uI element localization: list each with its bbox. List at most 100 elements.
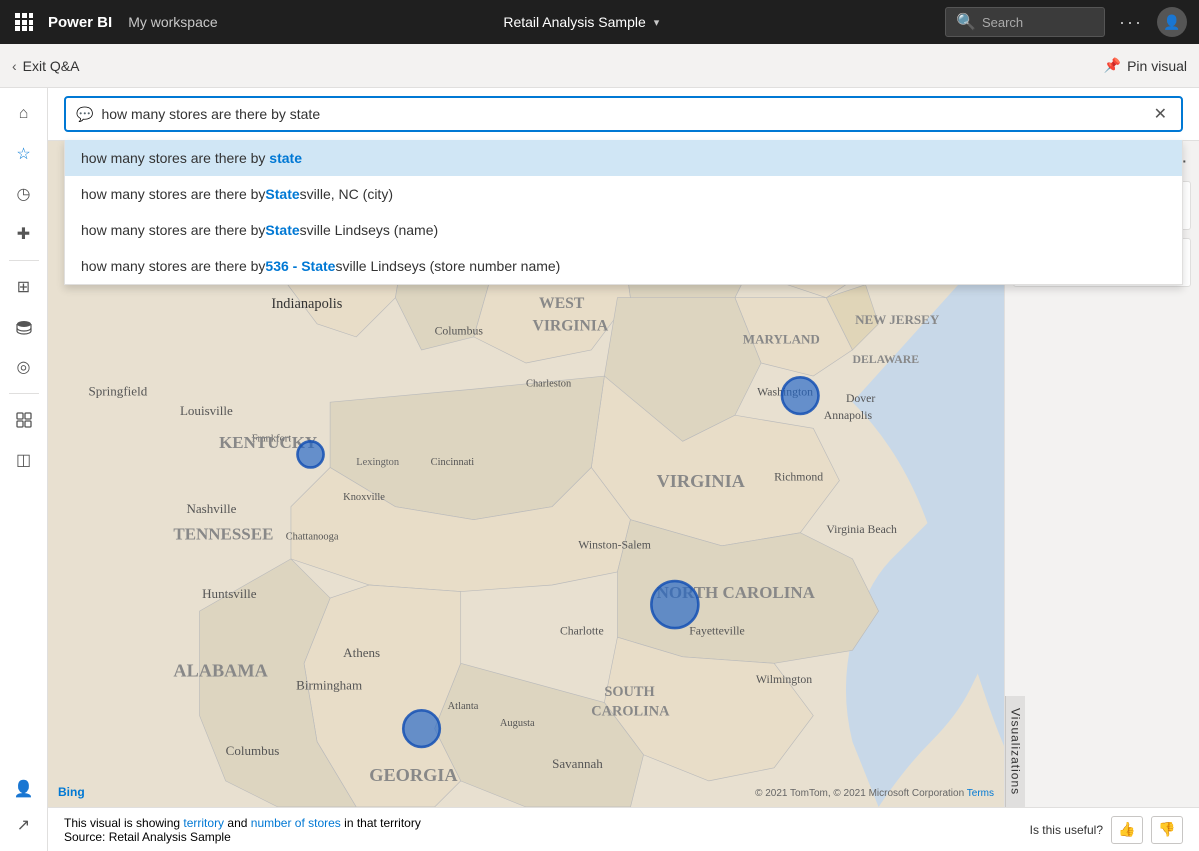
report-title[interactable]: Retail Analysis Sample [503, 14, 645, 30]
map-copyright: © 2021 TomTom, © 2021 Microsoft Corporat… [755, 788, 994, 799]
svg-text:NEW JERSEY: NEW JERSEY [855, 312, 940, 327]
svg-text:Charleston: Charleston [526, 379, 572, 390]
thumbs-up-button[interactable]: 👍 [1111, 816, 1143, 844]
sidebar-item-apps[interactable] [6, 402, 42, 438]
svg-text:Dover: Dover [846, 392, 875, 405]
svg-text:Birmingham: Birmingham [296, 677, 362, 692]
svg-text:Indianapolis: Indianapolis [271, 296, 342, 312]
sidebar-item-datahub[interactable] [6, 309, 42, 345]
status-source: Source: Retail Analysis Sample [64, 830, 421, 844]
svg-text:GEORGIA: GEORGIA [369, 765, 458, 785]
pin-visual-label: Pin visual [1127, 58, 1187, 74]
status-suffix: in that territory [341, 816, 421, 830]
autocomplete-dropdown: how many stores are there by state how m… [64, 140, 1183, 285]
status-stores: number of stores [251, 816, 341, 830]
top-navigation: Power BI My workspace Retail Analysis Sa… [0, 0, 1199, 44]
svg-text:Athens: Athens [343, 645, 380, 660]
left-sidebar: ⌂ ☆ ◷ ✚ ⊞ ◎ ◫ 👤 ↗ [0, 88, 48, 851]
useful-label: Is this useful? [1030, 823, 1103, 837]
svg-text:DELAWARE: DELAWARE [852, 353, 919, 366]
autocomplete-item-3[interactable]: how many stores are there by 536 - State… [65, 248, 1182, 284]
avatar-icon: 👤 [1163, 14, 1180, 31]
svg-text:WEST: WEST [539, 295, 585, 312]
svg-text:SOUTH: SOUTH [604, 684, 654, 700]
bottom-status: This visual is showing territory and num… [48, 807, 1199, 851]
svg-text:Savannah: Savannah [552, 756, 603, 771]
svg-text:Knoxville: Knoxville [343, 492, 385, 503]
svg-text:Lexington: Lexington [356, 457, 400, 468]
sidebar-item-expand[interactable]: ↗ [6, 807, 42, 843]
svg-text:TENNESSEE: TENNESSEE [173, 524, 273, 543]
second-navigation: ‹ Exit Q&A 📌 Pin visual [0, 44, 1199, 88]
qa-input[interactable] [101, 106, 1141, 122]
status-and: and [224, 816, 251, 830]
qa-area: 💬 ✕ how many stores are there by state h… [48, 88, 1199, 141]
svg-text:Springfield: Springfield [89, 384, 148, 399]
thumbs-down-button[interactable]: 👎 [1151, 816, 1183, 844]
qa-input-wrapper: 💬 ✕ [64, 96, 1183, 132]
pin-icon: 📌 [1104, 57, 1121, 74]
sidebar-item-metrics[interactable]: ◎ [6, 349, 42, 385]
autocomplete-item-0[interactable]: how many stores are there by state [65, 140, 1182, 176]
sidebar-item-learn[interactable]: ◫ [6, 442, 42, 478]
sidebar-bottom: 👤 ↗ [6, 771, 42, 843]
avatar[interactable]: 👤 [1157, 7, 1187, 37]
brand-name: Power BI [48, 14, 112, 31]
svg-text:ALABAMA: ALABAMA [173, 660, 268, 680]
svg-text:Winston-Salem: Winston-Salem [578, 538, 651, 551]
svg-text:Huntsville: Huntsville [202, 586, 257, 601]
svg-text:Louisville: Louisville [180, 403, 233, 418]
status-message: This visual is showing territory and num… [64, 816, 421, 844]
sidebar-item-recent[interactable]: ◷ [6, 176, 42, 212]
svg-text:Augusta: Augusta [500, 718, 535, 729]
exit-qa-label: Exit Q&A [23, 58, 80, 74]
svg-text:Cincinnati: Cincinnati [431, 457, 475, 468]
bing-logo: Bing [58, 785, 85, 799]
thumbs-up-icon: 👍 [1118, 821, 1135, 838]
sidebar-item-favorites[interactable]: ☆ [6, 136, 42, 172]
svg-text:Chattanooga: Chattanooga [286, 531, 339, 542]
autocomplete-item-2[interactable]: how many stores are there by Statesville… [65, 212, 1182, 248]
thumbs-down-icon: 👎 [1158, 821, 1175, 838]
svg-text:Nashville: Nashville [186, 501, 236, 516]
svg-text:Columbus: Columbus [435, 324, 484, 337]
pin-visual-button[interactable]: 📌 Pin visual [1104, 57, 1187, 74]
svg-text:MARYLAND: MARYLAND [743, 331, 820, 346]
svg-text:VIRGINIA: VIRGINIA [657, 471, 746, 491]
svg-text:Virginia Beach: Virginia Beach [826, 523, 897, 536]
status-right: Is this useful? 👍 👎 [1030, 816, 1183, 844]
report-title-chevron-icon[interactable]: ▾ [654, 16, 660, 29]
exit-qa-button[interactable]: ‹ Exit Q&A [12, 58, 79, 74]
svg-text:VIRGINIA: VIRGINIA [533, 317, 609, 334]
qa-comment-icon: 💬 [76, 106, 93, 123]
svg-text:Annapolis: Annapolis [824, 409, 873, 422]
sidebar-item-home[interactable]: ⌂ [6, 96, 42, 132]
svg-text:Wilmington: Wilmington [756, 673, 812, 686]
qa-clear-button[interactable]: ✕ [1150, 104, 1171, 124]
workspace-link[interactable]: My workspace [128, 14, 217, 30]
svg-text:Charlotte: Charlotte [560, 625, 604, 638]
search-box[interactable]: 🔍 [945, 7, 1105, 37]
more-options-button[interactable]: ··· [1113, 8, 1149, 37]
status-territory: territory [183, 816, 224, 830]
autocomplete-item-1[interactable]: how many stores are there by Statesville… [65, 176, 1182, 212]
sidebar-divider-2 [9, 393, 39, 394]
sidebar-item-browse[interactable]: ⊞ [6, 269, 42, 305]
apps-grid-icon[interactable] [12, 10, 36, 34]
svg-text:Fayetteville: Fayetteville [689, 625, 744, 638]
bing-watermark: Bing [58, 785, 85, 799]
status-text-line1: This visual is showing territory and num… [64, 816, 421, 830]
svg-text:Columbus: Columbus [226, 743, 280, 758]
svg-text:Atlanta: Atlanta [448, 701, 479, 712]
status-prefix: This visual is showing [64, 816, 183, 830]
sidebar-item-create[interactable]: ✚ [6, 216, 42, 252]
search-input[interactable] [982, 15, 1094, 30]
map-terms-link[interactable]: Terms [967, 788, 994, 799]
sidebar-divider-1 [9, 260, 39, 261]
main-layout: ⌂ ☆ ◷ ✚ ⊞ ◎ ◫ 👤 ↗ 💬 ✕ [0, 88, 1199, 851]
content-area: 💬 ✕ how many stores are there by state h… [48, 88, 1199, 851]
sidebar-item-account[interactable]: 👤 [6, 771, 42, 807]
search-icon: 🔍 [956, 12, 976, 32]
svg-text:Richmond: Richmond [774, 471, 823, 484]
visualizations-tab[interactable]: Visualizations [1005, 696, 1025, 807]
